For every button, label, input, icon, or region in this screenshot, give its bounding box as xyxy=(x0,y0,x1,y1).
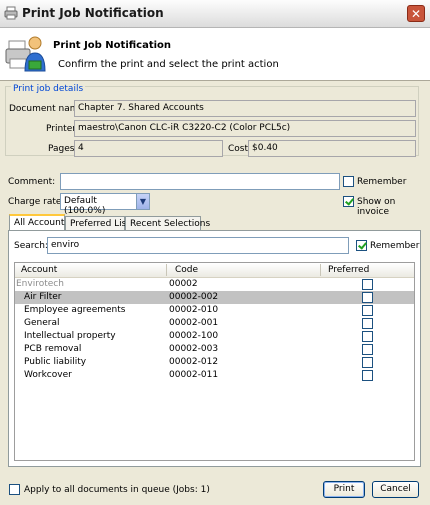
header-subtitle: Confirm the print and select the print a… xyxy=(58,59,279,70)
preferred-checkbox[interactable] xyxy=(362,318,373,329)
table-row[interactable]: Employee agreements 00002-010 xyxy=(15,304,414,317)
accounts-table: Account Code Preferred Envirotech 00002 Ai… xyxy=(14,262,415,461)
account-cell: Intellectual property xyxy=(24,331,116,341)
comment-remember-checkbox[interactable] xyxy=(343,176,354,187)
code-cell: 00002-003 xyxy=(169,344,219,354)
column-preferred[interactable]: Preferred xyxy=(328,265,369,275)
code-cell: 00002-001 xyxy=(169,318,219,328)
comment-input[interactable] xyxy=(60,173,340,190)
details-legend: Print job details xyxy=(11,84,86,94)
code-cell: 00002-010 xyxy=(169,305,219,315)
show-on-invoice-checkbox[interactable] xyxy=(343,196,354,207)
code-cell: 00002-100 xyxy=(169,331,219,341)
search-label: Search: xyxy=(14,241,48,251)
tab-preferred-list[interactable]: Preferred List xyxy=(65,216,130,231)
code-cell: 00002-002 xyxy=(169,292,219,302)
column-code[interactable]: Code xyxy=(175,265,198,275)
preferred-checkbox[interactable] xyxy=(362,279,373,290)
window-title: Print Job Notification xyxy=(22,6,164,20)
search-remember-label: Remember xyxy=(370,241,420,251)
table-body: Envirotech 00002 Air Filter 00002-002 Employ… xyxy=(15,278,414,382)
document-name-field: Chapter 7. Shared Accounts xyxy=(74,100,416,117)
column-divider[interactable] xyxy=(166,264,167,276)
title-bar: Print Job Notification ✕ xyxy=(0,0,430,28)
preferred-checkbox[interactable] xyxy=(362,305,373,316)
printer-icon xyxy=(4,6,18,20)
cancel-button[interactable]: Cancel xyxy=(372,481,419,498)
tab-all-accounts[interactable]: All Accounts xyxy=(9,214,69,231)
apply-all-label: Apply to all documents in queue (Jobs: 1… xyxy=(24,485,210,495)
preferred-checkbox[interactable] xyxy=(362,292,373,303)
account-cell: General xyxy=(24,318,60,328)
table-row[interactable]: Air Filter 00002-002 xyxy=(15,291,414,304)
table-row[interactable]: PCB removal 00002-003 xyxy=(15,343,414,356)
chevron-down-icon[interactable]: ▼ xyxy=(136,194,149,209)
account-cell: Air Filter xyxy=(24,292,62,302)
search-input[interactable]: enviro xyxy=(47,237,349,254)
cost-label: Cost xyxy=(228,144,249,154)
pages-field: 4 xyxy=(74,140,223,157)
charge-rate-value: Default (100.0%) xyxy=(64,196,106,216)
table-row[interactable]: Workcover 00002-011 xyxy=(15,369,414,382)
close-icon: ✕ xyxy=(410,7,422,21)
account-cell: Workcover xyxy=(24,370,72,380)
cost-field: $0.40 xyxy=(248,140,416,157)
printer-field: maestro\Canon CLC-iR C3220-C2 (Color PCL… xyxy=(74,120,416,137)
table-row[interactable]: General 00002-001 xyxy=(15,317,414,330)
comment-remember-label: Remember xyxy=(357,177,407,187)
comment-label: Comment: xyxy=(8,177,56,187)
account-cell: Public liability xyxy=(24,357,87,367)
code-cell: 00002-012 xyxy=(169,357,219,367)
table-row[interactable]: Public liability 00002-012 xyxy=(15,356,414,369)
print-button[interactable]: Print xyxy=(323,481,365,498)
document-name-label: Document name xyxy=(9,104,85,114)
printer-user-icon xyxy=(5,33,47,73)
column-account[interactable]: Account xyxy=(21,265,57,275)
charge-rate-label: Charge rate: xyxy=(8,197,65,207)
account-cell: Envirotech xyxy=(16,279,64,289)
apply-all-checkbox[interactable] xyxy=(9,484,20,495)
pages-label: Pages xyxy=(48,144,75,154)
search-remember-checkbox[interactable] xyxy=(356,240,367,251)
table-row[interactable]: Envirotech 00002 xyxy=(15,278,414,291)
table-row[interactable]: Intellectual property 00002-100 xyxy=(15,330,414,343)
preferred-checkbox[interactable] xyxy=(362,344,373,355)
preferred-checkbox[interactable] xyxy=(362,331,373,342)
account-cell: PCB removal xyxy=(24,344,82,354)
code-cell: 00002 xyxy=(169,279,198,289)
preferred-checkbox[interactable] xyxy=(362,370,373,381)
printer-label: Printer xyxy=(46,124,76,134)
account-cell: Employee agreements xyxy=(24,305,126,315)
table-header: Account Code Preferred xyxy=(15,263,414,278)
code-cell: 00002-011 xyxy=(169,370,219,380)
close-button[interactable]: ✕ xyxy=(407,5,425,22)
header-banner: Print Job Notification Confirm the print… xyxy=(0,28,430,81)
header-title: Print Job Notification xyxy=(53,40,172,51)
column-divider[interactable] xyxy=(320,264,321,276)
tab-recent-selections[interactable]: Recent Selections xyxy=(125,216,210,231)
preferred-checkbox[interactable] xyxy=(362,357,373,368)
show-on-invoice-label: Show on invoice xyxy=(357,197,396,217)
charge-rate-select[interactable]: Default (100.0%) ▼ xyxy=(60,193,150,216)
